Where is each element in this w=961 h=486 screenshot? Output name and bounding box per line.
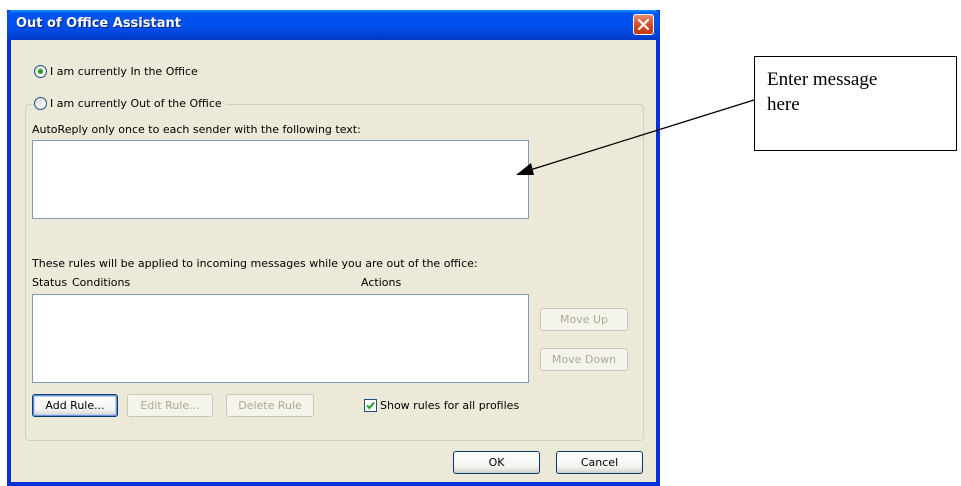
- annotation-arrow: [516, 99, 755, 175]
